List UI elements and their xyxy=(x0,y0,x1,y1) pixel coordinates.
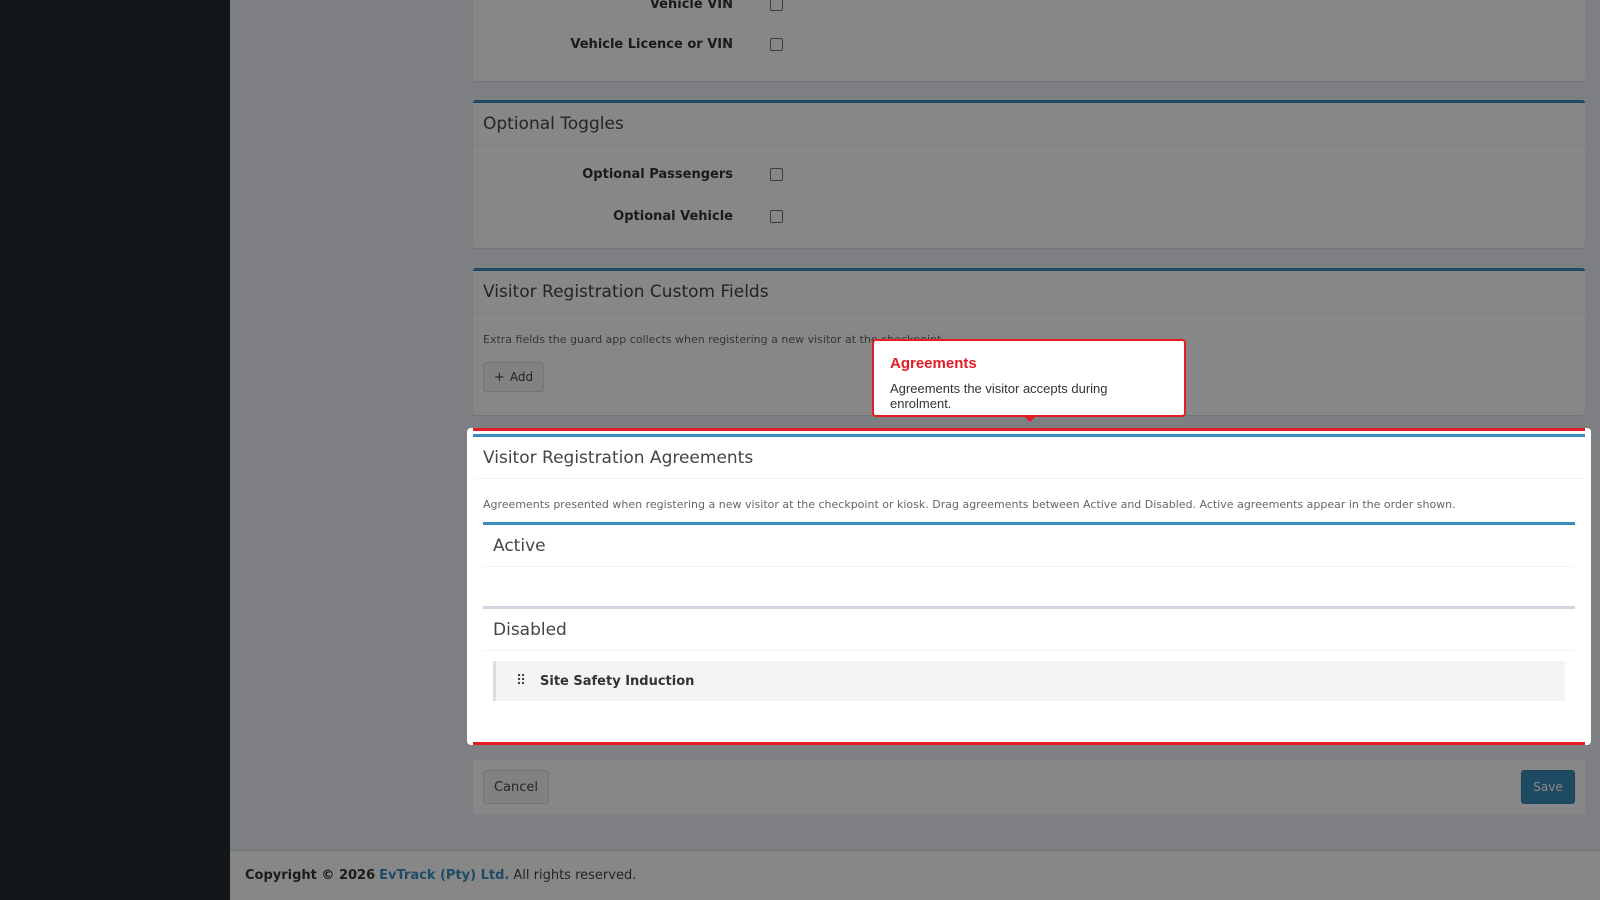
tooltip-title: Agreements xyxy=(890,355,977,372)
drag-handle-icon[interactable]: ⠿ xyxy=(516,673,540,689)
agreements-header: Visitor Registration Agreements xyxy=(473,437,1585,479)
active-agreements-title: Active xyxy=(483,525,1575,567)
disabled-agreements-title: Disabled xyxy=(483,609,1575,651)
agreement-item-label: Site Safety Induction xyxy=(540,673,695,689)
agreements-help: Agreements presented when registering a … xyxy=(483,498,1456,511)
active-agreements-box: Active xyxy=(483,522,1575,586)
tour-highlight: Visitor Registration Agreements Agreemen… xyxy=(467,428,1591,745)
tooltip-body: Agreements the visitor accepts during en… xyxy=(890,381,1108,411)
tooltip-arrow xyxy=(1024,416,1036,422)
agreement-item[interactable]: ⠿ Site Safety Induction xyxy=(493,661,1565,701)
agreements-section: Visitor Registration Agreements Agreemen… xyxy=(473,428,1585,745)
tour-tooltip: Agreements Agreements the visitor accept… xyxy=(872,339,1186,422)
agreements-title: Visitor Registration Agreements xyxy=(483,447,754,468)
agreements-inner: Visitor Registration Agreements Agreemen… xyxy=(473,434,1585,711)
disabled-agreements-box: Disabled ⠿ Site Safety Induction xyxy=(483,606,1575,711)
